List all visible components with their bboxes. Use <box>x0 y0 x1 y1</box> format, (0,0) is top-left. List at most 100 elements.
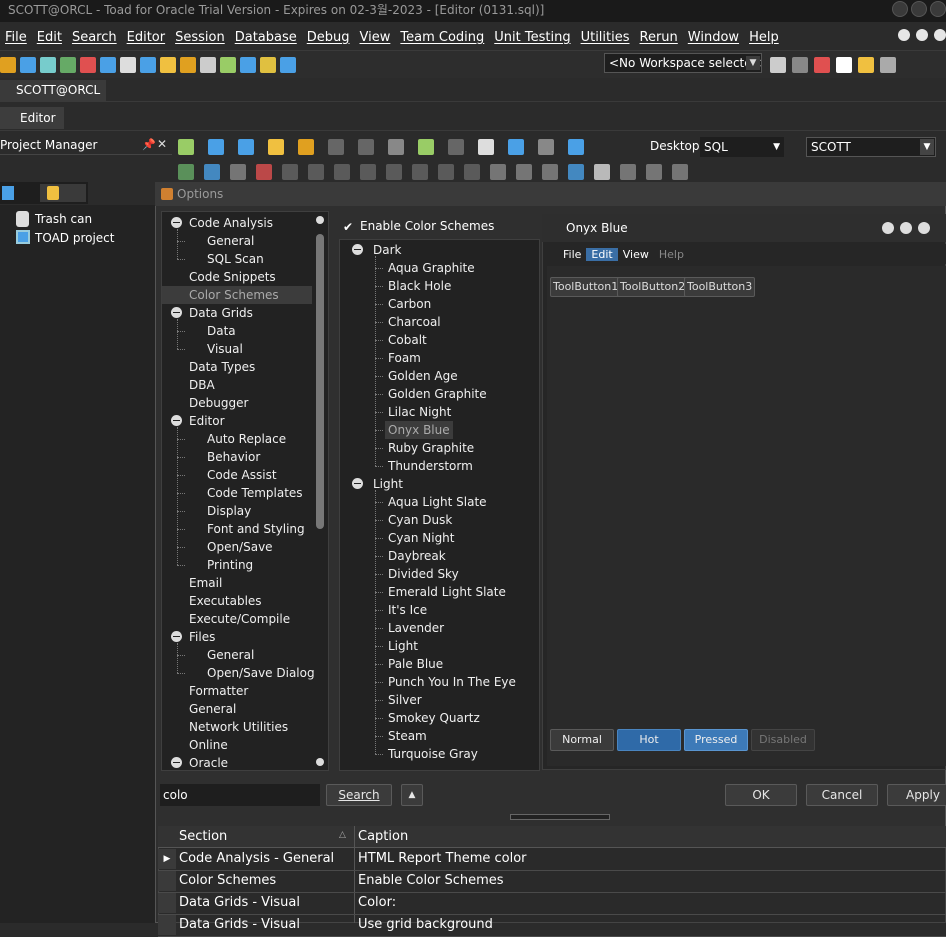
toolbar-icon[interactable] <box>80 56 96 73</box>
search-button[interactable]: Search <box>326 784 392 806</box>
editor-toolbar-icon[interactable] <box>388 139 404 155</box>
toolbar-icon[interactable] <box>140 56 156 73</box>
enable-color-schemes-checkbox[interactable]: ✔ <box>343 220 353 234</box>
editor-tab[interactable]: Editor <box>0 107 64 129</box>
editor-toolbar-icon[interactable] <box>538 139 554 155</box>
editor-toolbar-icon[interactable] <box>268 139 284 155</box>
menu-file[interactable]: File <box>0 30 32 45</box>
options-tree-item[interactable]: Color Schemes <box>162 286 312 304</box>
options-tree-item[interactable]: Email <box>162 574 222 592</box>
options-tree-item[interactable]: Formatter <box>162 682 248 700</box>
toolbar-icon[interactable] <box>200 56 216 73</box>
color-scheme-item[interactable]: Golden Age <box>385 367 461 385</box>
menu-search[interactable]: Search <box>67 30 122 45</box>
apply-button[interactable]: Apply <box>887 784 946 806</box>
editor-toolbar-icon[interactable] <box>308 164 324 180</box>
menu-edit[interactable]: Edit <box>32 30 67 45</box>
scroll-arrow-icon[interactable] <box>316 216 324 224</box>
color-scheme-item[interactable]: Aqua Light Slate <box>385 493 490 511</box>
editor-toolbar-icon[interactable] <box>208 139 224 155</box>
options-tree-item[interactable]: Executables <box>162 592 262 610</box>
schema-select[interactable]: SCOTT ▼ <box>806 137 936 157</box>
editor-toolbar-icon[interactable] <box>238 139 254 155</box>
options-tree-item[interactable]: Editor <box>162 412 225 430</box>
caption-cell[interactable]: HTML Report Theme color <box>358 851 527 866</box>
color-scheme-item[interactable]: Lilac Night <box>385 403 454 421</box>
options-tree-item[interactable]: Data Grids <box>162 304 253 322</box>
collapse-icon[interactable] <box>352 244 363 255</box>
preview-pressed-button[interactable]: Pressed <box>684 729 748 751</box>
toolbar-icon[interactable] <box>880 57 896 73</box>
preview-toolbutton[interactable]: ToolButton1 <box>550 277 622 297</box>
toolbar-icon[interactable] <box>770 57 786 73</box>
menu-rerun[interactable]: Rerun <box>635 30 683 45</box>
maximize-button[interactable] <box>911 1 927 17</box>
color-scheme-item[interactable]: Foam <box>385 349 424 367</box>
color-scheme-item[interactable]: Lavender <box>385 619 447 637</box>
options-tree-item[interactable]: Code Assist <box>188 466 277 484</box>
color-scheme-item[interactable]: Cyan Night <box>385 529 458 547</box>
options-tree-item[interactable]: Font and Styling <box>188 520 305 538</box>
toolbar-icon[interactable] <box>180 56 196 73</box>
menu-session[interactable]: Session <box>170 30 230 45</box>
scrollbar-thumb[interactable] <box>316 234 324 529</box>
toolbar-icon[interactable] <box>60 56 76 73</box>
options-tree-item[interactable]: Open/Save <box>188 538 273 556</box>
toolbar-icon[interactable] <box>280 56 296 73</box>
options-tree-item[interactable]: Code Analysis <box>162 214 273 232</box>
preview-menu-view[interactable]: View <box>618 248 654 261</box>
menu-view[interactable]: View <box>355 30 396 45</box>
editor-toolbar-icon[interactable] <box>282 164 298 180</box>
project-item[interactable]: Trash can <box>35 212 92 226</box>
options-tree-item[interactable]: Open/Save Dialogs <box>188 664 321 682</box>
options-tree-item[interactable]: General <box>188 232 254 250</box>
editor-toolbar-icon[interactable] <box>594 164 610 180</box>
mdi-minimize-button[interactable] <box>898 29 910 41</box>
color-scheme-item[interactable]: Cyan Dusk <box>385 511 455 529</box>
editor-toolbar-icon[interactable] <box>178 164 194 180</box>
preview-toolbutton[interactable]: ToolButton2 <box>617 277 689 297</box>
editor-toolbar-icon[interactable] <box>230 164 246 180</box>
options-tree-item[interactable]: Execute/Compile <box>162 610 290 628</box>
editor-toolbar-icon[interactable] <box>334 164 350 180</box>
editor-toolbar-icon[interactable] <box>490 164 506 180</box>
menu-debug[interactable]: Debug <box>302 30 355 45</box>
menu-database[interactable]: Database <box>230 30 302 45</box>
options-tree-item[interactable]: General <box>162 700 236 718</box>
caption-cell[interactable]: Use grid background <box>358 917 493 932</box>
toolbar-icon[interactable] <box>814 57 830 73</box>
toolbar-icon[interactable] <box>0 56 16 73</box>
menu-utilities[interactable]: Utilities <box>576 30 635 45</box>
caption-cell[interactable]: Enable Color Schemes <box>358 873 504 888</box>
workspace-select[interactable]: <No Workspace selected> ▼ <box>604 53 762 73</box>
color-scheme-item[interactable]: Cobalt <box>385 331 430 349</box>
editor-toolbar-icon[interactable] <box>360 164 376 180</box>
editor-toolbar-icon[interactable] <box>464 164 480 180</box>
menu-window[interactable]: Window <box>683 30 744 45</box>
color-scheme-item[interactable]: Aqua Graphite <box>385 259 478 277</box>
pin-icon[interactable]: 📌 <box>142 138 156 151</box>
close-button[interactable] <box>930 1 946 17</box>
color-scheme-item[interactable]: Carbon <box>385 295 434 313</box>
toolbar-icon[interactable] <box>220 56 236 73</box>
row-indicator[interactable] <box>158 915 176 935</box>
cancel-button[interactable]: Cancel <box>806 784 878 806</box>
options-tree-item[interactable]: Network Utilities <box>162 718 288 736</box>
project-tab-icon[interactable] <box>2 186 14 200</box>
editor-toolbar-icon[interactable] <box>542 164 558 180</box>
splitter-handle[interactable] <box>510 814 610 820</box>
editor-toolbar-icon[interactable] <box>256 164 272 180</box>
editor-toolbar-icon[interactable] <box>508 139 524 155</box>
section-cell[interactable]: Data Grids - Visual <box>179 895 300 910</box>
color-scheme-item[interactable]: Daybreak <box>385 547 449 565</box>
options-tree-item[interactable]: Online <box>162 736 228 754</box>
options-tree-item[interactable]: Display <box>188 502 251 520</box>
scroll-arrow-icon[interactable] <box>316 758 324 766</box>
toolbar-icon[interactable] <box>160 56 176 73</box>
color-scheme-item[interactable]: Punch You In The Eye <box>385 673 519 691</box>
editor-toolbar-icon[interactable] <box>516 164 532 180</box>
row-indicator[interactable] <box>158 871 176 891</box>
section-cell[interactable]: Code Analysis - General <box>179 851 334 866</box>
mdi-close-button[interactable] <box>934 29 946 41</box>
toolbar-icon[interactable] <box>858 57 874 73</box>
